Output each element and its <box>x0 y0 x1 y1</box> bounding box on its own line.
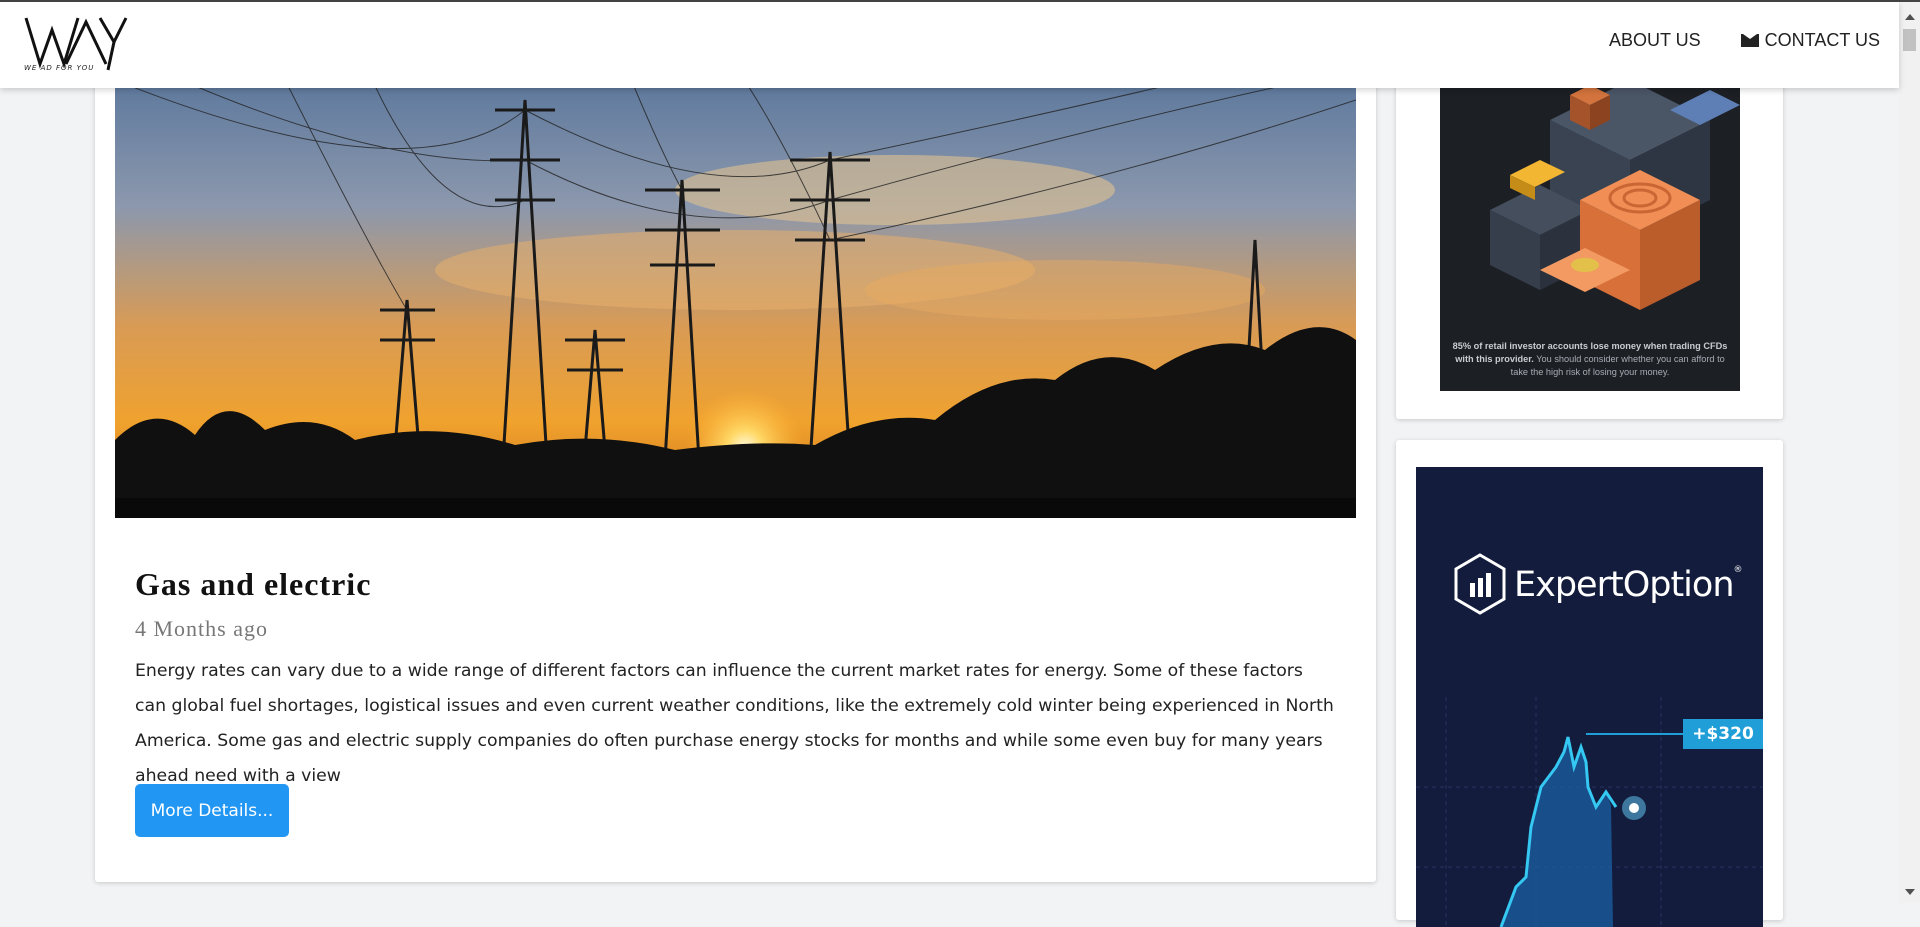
ad-risk-disclaimer-rest: You should consider whether you can affo… <box>1510 354 1725 377</box>
profit-badge: +$320 <box>1683 719 1763 749</box>
price-chart-graphic <box>1416 697 1763 927</box>
scroll-down-arrow-icon[interactable] <box>1905 889 1915 895</box>
power-lines-sunset-image <box>115 40 1356 518</box>
nav-contact-us-label: CONTACT US <box>1764 30 1880 50</box>
top-navbar: WE AD FOR YOU ABOUT US CONTACT US <box>0 2 1899 88</box>
post-date: 4 Months ago <box>135 616 268 641</box>
nav-contact-us[interactable]: CONTACT US <box>1740 30 1880 51</box>
ad-card-expertoption: ExpertOption® +$320 <box>1396 440 1783 927</box>
scrollbar-thumb[interactable] <box>1903 29 1916 51</box>
ad-risk-disclaimer: 85% of retail investor accounts lose mon… <box>1448 340 1732 379</box>
post-hero-image <box>115 40 1356 518</box>
logo-tagline: WE AD FOR YOU <box>24 64 95 72</box>
scroll-up-arrow-icon[interactable] <box>1905 14 1915 20</box>
post-card: Gas and electric 4 Months ago Energy rat… <box>95 40 1376 882</box>
post-excerpt: Energy rates can vary due to a wide rang… <box>135 661 1334 786</box>
site-logo[interactable]: WE AD FOR YOU <box>22 12 134 80</box>
post-title[interactable]: Gas and electric <box>135 566 371 603</box>
ad-card-trading: 85% of retail investor accounts lose mon… <box>1396 40 1783 419</box>
nav-links: ABOUT US CONTACT US <box>1609 30 1880 51</box>
trading-ad-banner[interactable]: 85% of retail investor accounts lose mon… <box>1440 40 1740 391</box>
envelope-icon <box>1740 34 1759 47</box>
expertoption-ad-banner[interactable]: ExpertOption® +$320 <box>1416 467 1763 927</box>
way-logo-mark <box>24 17 128 71</box>
nav-about-us[interactable]: ABOUT US <box>1609 30 1701 51</box>
page-scrollbar[interactable] <box>1899 2 1920 903</box>
nav-about-us-label: ABOUT US <box>1608 30 1701 50</box>
more-details-button[interactable]: More Details... <box>135 784 289 837</box>
